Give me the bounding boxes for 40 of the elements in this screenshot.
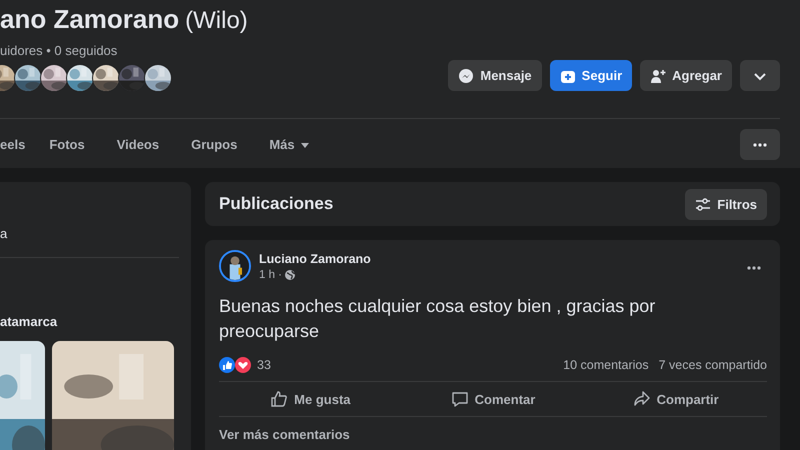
speech-bubble-icon [450,390,469,408]
follow-button[interactable]: Seguir [550,60,632,91]
like-reaction-icon [219,357,235,373]
sliders-icon [695,196,712,212]
profile-tab[interactable]: Fotos [49,131,85,158]
share-arrow-icon [632,390,651,408]
section-title: atamarca [0,314,58,329]
profile-tab[interactable]: Grupos [191,131,238,158]
post-time[interactable]: 1 h · [259,268,282,280]
profile-name: ano Zamorano [0,4,180,34]
intro-text: a [0,226,8,241]
author-name[interactable]: Luciano Zamorano [259,252,733,266]
share-button[interactable]: Compartir [584,382,768,416]
nickname: (Wilo) [185,7,248,34]
more-icon [746,264,762,270]
profile-tab[interactable]: eels [0,131,26,158]
message-button[interactable]: Mensaje [448,60,542,91]
filters-button[interactable]: Filtros [685,188,767,220]
caret-down-icon [300,140,310,148]
thumbs-up-icon [270,390,288,408]
profile-tab[interactable]: Videos [116,131,160,158]
post-text: Buenas noches cualquier cosa estoy bien , gracias por preocuparse [219,295,656,343]
author-avatar [219,250,251,282]
more-icon [752,140,768,148]
love-reaction-icon [235,357,251,373]
follower-count: uidores • 0 seguidos [0,43,118,58]
add-friend-button[interactable]: Agregar [640,60,732,91]
more-button[interactable] [740,129,780,160]
add-person-icon [650,68,666,84]
globe-icon [284,268,296,280]
messenger-icon [458,68,474,84]
more-comments-link[interactable]: Ver más comentarios [219,427,767,442]
profile-tab[interactable]: Más [269,131,310,158]
comment-button[interactable]: Comentar [402,382,584,416]
comment-count[interactable]: 10 comentarios [563,358,649,372]
reaction-count[interactable]: 33 [257,358,271,372]
section-title: Publicaciones [219,194,334,214]
share-count[interactable]: 7 veces compartido [658,358,767,372]
dropdown-button[interactable] [740,60,780,91]
like-button[interactable]: Me gusta [219,382,402,416]
